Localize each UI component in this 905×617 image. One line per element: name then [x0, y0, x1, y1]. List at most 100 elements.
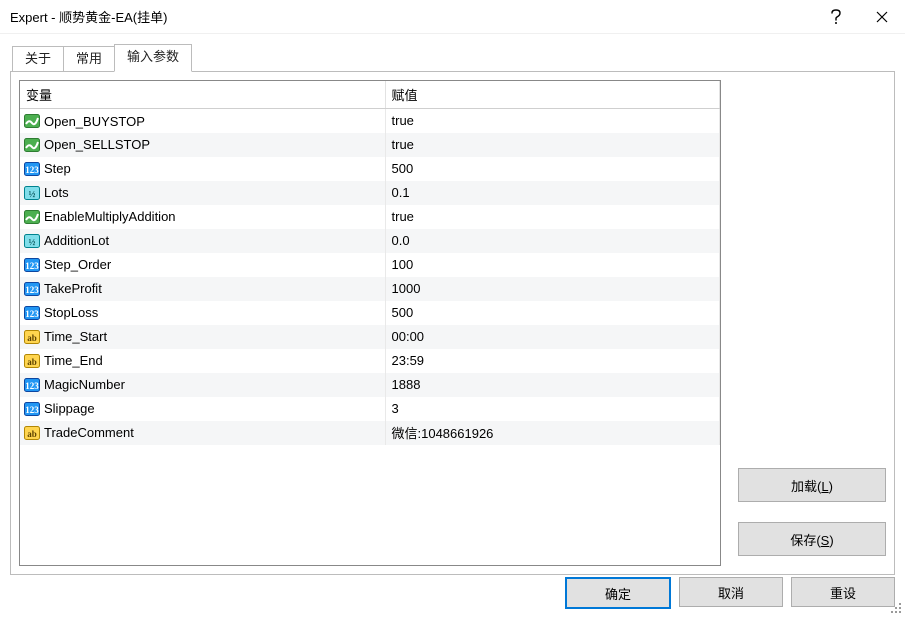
svg-text:½: ½: [29, 237, 36, 247]
parameter-name-cell[interactable]: ab TradeComment: [20, 421, 385, 445]
parameter-name-cell[interactable]: 123MagicNumber: [20, 373, 385, 397]
parameter-row[interactable]: 123 TakeProfit 1000: [20, 277, 720, 301]
save-button-label: 保存(S): [790, 530, 833, 549]
parameter-name-cell[interactable]: 123 Step: [20, 157, 385, 181]
title-bar: Expert - 顺势黄金-EA(挂单): [0, 0, 905, 34]
svg-text:123: 123: [25, 261, 39, 271]
parameter-row[interactable]: 123 Slippage 3: [20, 397, 720, 421]
svg-text:123: 123: [25, 165, 39, 175]
svg-text:123: 123: [25, 309, 39, 319]
parameter-row[interactable]: ab TradeComment 微信:1048661926: [20, 421, 720, 445]
load-button-label: 加载(L): [791, 476, 833, 495]
parameter-value-cell[interactable]: 100: [385, 253, 720, 277]
ok-button[interactable]: 确定: [565, 577, 671, 609]
svg-text:123: 123: [25, 405, 39, 415]
parameter-name-cell[interactable]: 123 TakeProfit: [20, 277, 385, 301]
type-bool-icon: [24, 210, 40, 224]
parameter-name: Step: [44, 162, 71, 177]
resize-grip-icon[interactable]: [889, 601, 903, 615]
dialog-buttons: 确定 取消 重设: [565, 577, 895, 609]
parameter-row[interactable]: 123 StopLoss 500: [20, 301, 720, 325]
type-string-icon: ab: [24, 426, 40, 440]
parameter-name-cell[interactable]: 123 Step_Order: [20, 253, 385, 277]
parameter-value-cell[interactable]: 3: [385, 397, 720, 421]
parameter-name-cell[interactable]: 123 Slippage: [20, 397, 385, 421]
parameter-name-cell[interactable]: ½ AdditionLot: [20, 229, 385, 253]
tab-about[interactable]: 关于: [12, 46, 64, 72]
parameter-name: Open_BUYSTOP: [44, 114, 145, 129]
type-double-icon: ½: [24, 234, 40, 248]
parameter-row[interactable]: abTime_Start00:00: [20, 325, 720, 349]
parameter-value-cell[interactable]: 0.0: [385, 229, 720, 253]
svg-text:123: 123: [25, 381, 39, 391]
parameter-name: AdditionLot: [44, 234, 109, 249]
parameter-value-cell[interactable]: 00:00: [385, 325, 720, 349]
parameter-row[interactable]: 123 Step 500: [20, 157, 720, 181]
type-string-icon: ab: [24, 354, 40, 368]
parameter-value-cell[interactable]: 23:59: [385, 349, 720, 373]
parameter-name-cell[interactable]: Open_BUYSTOP: [20, 109, 385, 133]
svg-text:ab: ab: [27, 357, 37, 367]
svg-text:123: 123: [25, 285, 39, 295]
svg-text:ab: ab: [27, 429, 37, 439]
help-button[interactable]: [813, 0, 859, 34]
parameter-row[interactable]: EnableMultiplyAddition true: [20, 205, 720, 229]
parameter-value-cell[interactable]: true: [385, 133, 720, 157]
load-button[interactable]: 加载(L): [738, 468, 886, 502]
parameter-row[interactable]: ½ AdditionLot 0.0: [20, 229, 720, 253]
type-int-icon: 123: [24, 378, 40, 392]
type-int-icon: 123: [24, 162, 40, 176]
parameter-name: StopLoss: [44, 306, 98, 321]
dialog-body: 关于 常用 输入参数 变量 赋值 Open_BUYSTOPtrueOpen_SE…: [0, 34, 905, 617]
parameter-value-cell[interactable]: 0.1: [385, 181, 720, 205]
parameter-value-cell[interactable]: 500: [385, 301, 720, 325]
parameter-value-cell[interactable]: true: [385, 109, 720, 133]
parameter-name: Time_Start: [44, 330, 107, 345]
parameter-row[interactable]: Open_SELLSTOP true: [20, 133, 720, 157]
help-icon: [830, 9, 842, 25]
parameter-name-cell[interactable]: Open_SELLSTOP: [20, 133, 385, 157]
parameters-grid[interactable]: 变量 赋值 Open_BUYSTOPtrueOpen_SELLSTOPtrue1…: [19, 80, 721, 566]
tab-common[interactable]: 常用: [63, 46, 115, 72]
parameter-name: TakeProfit: [44, 282, 102, 297]
column-header-variable[interactable]: 变量: [20, 81, 385, 109]
svg-text:½: ½: [29, 189, 36, 199]
parameter-name-cell[interactable]: ½Lots: [20, 181, 385, 205]
parameter-name-cell[interactable]: abTime_Start: [20, 325, 385, 349]
parameter-row[interactable]: ab Time_End 23:59: [20, 349, 720, 373]
parameter-row[interactable]: 123 Step_Order 100: [20, 253, 720, 277]
parameter-name: EnableMultiplyAddition: [44, 210, 176, 225]
reset-button[interactable]: 重设: [791, 577, 895, 607]
type-int-icon: 123: [24, 282, 40, 296]
parameter-row[interactable]: ½Lots0.1: [20, 181, 720, 205]
save-button[interactable]: 保存(S): [738, 522, 886, 556]
parameter-name: Step_Order: [44, 258, 111, 273]
parameter-name-cell[interactable]: ab Time_End: [20, 349, 385, 373]
parameter-name: Slippage: [44, 402, 95, 417]
parameter-name: Open_SELLSTOP: [44, 138, 150, 153]
close-icon: [876, 11, 888, 23]
tab-page-inputs: 变量 赋值 Open_BUYSTOPtrueOpen_SELLSTOPtrue1…: [10, 71, 895, 575]
parameter-value-cell[interactable]: 1888: [385, 373, 720, 397]
tab-strip: 关于 常用 输入参数: [10, 44, 895, 72]
parameter-value-cell[interactable]: 500: [385, 157, 720, 181]
type-int-icon: 123: [24, 306, 40, 320]
tab-inputs[interactable]: 输入参数: [114, 44, 192, 72]
close-button[interactable]: [859, 0, 905, 34]
parameter-name-cell[interactable]: 123 StopLoss: [20, 301, 385, 325]
parameter-name-cell[interactable]: EnableMultiplyAddition: [20, 205, 385, 229]
type-bool-icon: [24, 138, 40, 152]
parameter-row[interactable]: Open_BUYSTOP true: [20, 109, 720, 133]
window-title: Expert - 顺势黄金-EA(挂单): [10, 7, 813, 26]
parameter-value-cell[interactable]: 1000: [385, 277, 720, 301]
parameter-name: Time_End: [44, 354, 103, 369]
parameter-value-cell[interactable]: true: [385, 205, 720, 229]
cancel-button[interactable]: 取消: [679, 577, 783, 607]
column-header-value[interactable]: 赋值: [385, 81, 720, 109]
parameter-row[interactable]: 123MagicNumber1888: [20, 373, 720, 397]
type-int-icon: 123: [24, 258, 40, 272]
type-double-icon: ½: [24, 186, 40, 200]
parameter-name: TradeComment: [44, 426, 134, 441]
type-bool-icon: [24, 114, 40, 128]
parameter-value-cell[interactable]: 微信:1048661926: [385, 421, 720, 445]
